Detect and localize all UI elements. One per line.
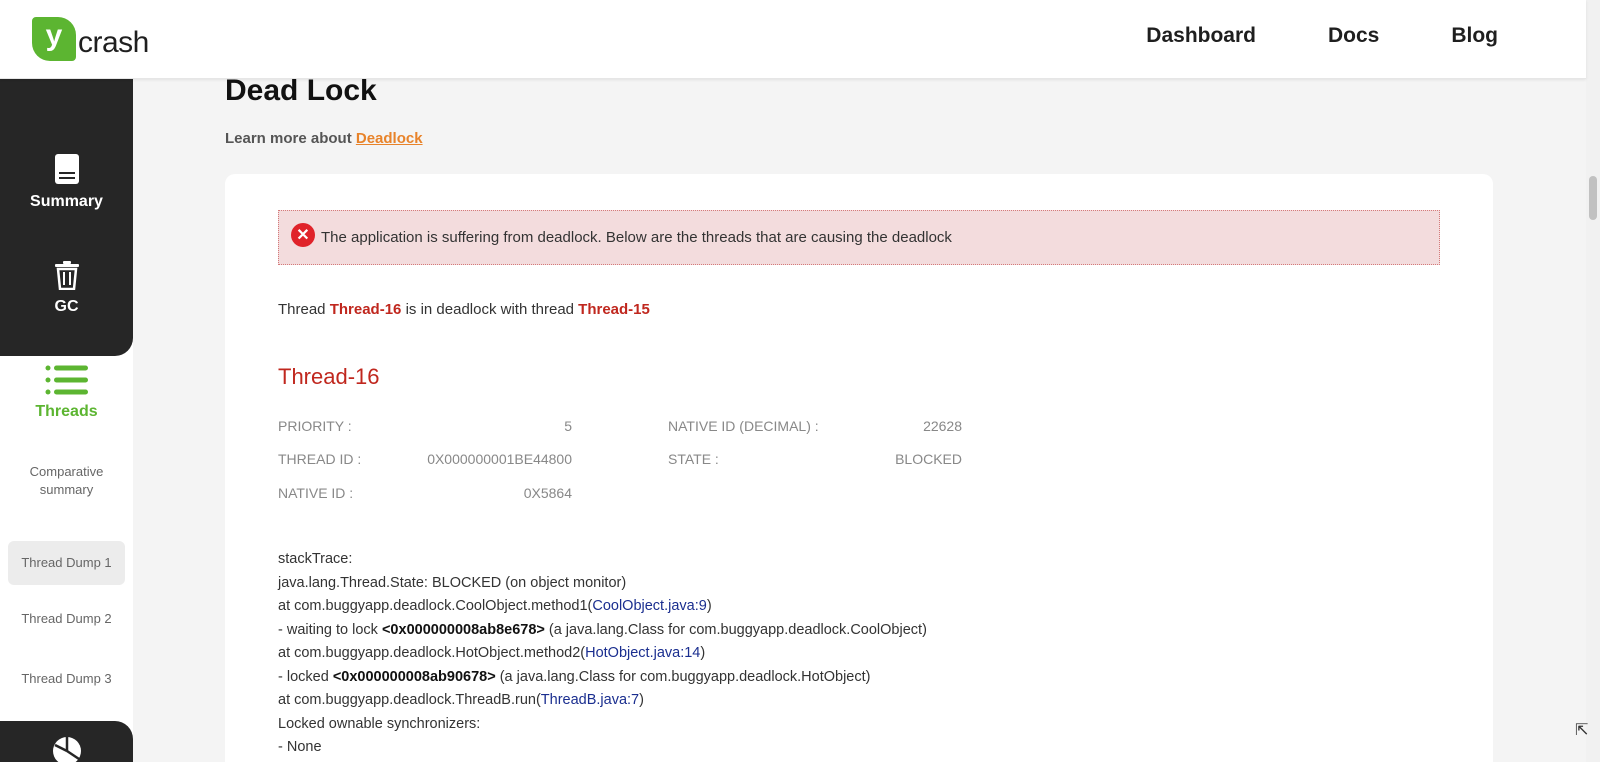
- prop-native-id-decimal: NATIVE ID (DECIMAL) : 22628: [668, 418, 962, 438]
- left-sidebar: Summary GC Threads Comparative summary T…: [0, 79, 133, 762]
- deadlock-card: ✕ The application is suffering from dead…: [225, 174, 1493, 762]
- list-icon: [45, 365, 88, 395]
- stack-text: (a java.lang.Class for com.buggyapp.dead…: [544, 621, 927, 638]
- stack-line: - locked <0x000000008ab90678> (a java.la…: [278, 666, 927, 690]
- sentence-part: Thread: [278, 301, 330, 318]
- alert-message: The application is suffering from deadlo…: [321, 229, 952, 246]
- main-nav: Dashboard Docs Blog: [1146, 24, 1498, 48]
- pie-chart-icon[interactable]: [51, 735, 83, 762]
- page-title: Dead Lock: [225, 74, 377, 107]
- stack-line: Locked ownable synchronizers:: [278, 715, 481, 732]
- sidebar-dark-panel-bottom: [0, 721, 133, 762]
- prop-thread-id: THREAD ID : 0X000000001BE44800: [278, 451, 572, 471]
- top-header: y crash Dashboard Docs Blog: [0, 0, 1586, 79]
- learn-more-prefix: Learn more about: [225, 130, 356, 147]
- prop-label: NATIVE ID (DECIMAL) :: [668, 418, 819, 434]
- sidebar-item-summary[interactable]: Summary: [0, 153, 133, 211]
- stack-text: at com.buggyapp.deadlock.HotObject.metho…: [278, 645, 586, 661]
- sidebar-item-thread-dump-3[interactable]: Thread Dump 3: [8, 669, 125, 689]
- source-link[interactable]: ThreadB.java:7: [541, 692, 639, 708]
- source-link[interactable]: HotObject.java:14: [585, 645, 700, 661]
- stack-text: - waiting to lock: [278, 621, 382, 638]
- deadlock-alert: ✕ The application is suffering from dead…: [278, 210, 1440, 265]
- stack-line: - None: [278, 739, 322, 755]
- prop-value: 0X5864: [523, 485, 572, 501]
- prop-native-id: NATIVE ID : 0X5864: [278, 485, 572, 505]
- sub-item-label-line1: Comparative: [29, 464, 104, 479]
- stack-text: at com.buggyapp.deadlock.CoolObject.meth…: [278, 598, 593, 614]
- lock-address: <0x000000008ab90678>: [332, 668, 496, 685]
- sidebar-item-label: Summary: [30, 193, 103, 210]
- nav-blog[interactable]: Blog: [1451, 24, 1498, 48]
- sentence-part: is in deadlock with thread: [401, 301, 579, 318]
- prop-value: 5: [564, 418, 572, 434]
- sidebar-item-threads[interactable]: Threads: [0, 365, 133, 421]
- mouse-cursor-icon: ⇱: [1575, 722, 1589, 739]
- prop-priority: PRIORITY : 5: [278, 418, 572, 438]
- sub-item-label-line2: summary: [39, 482, 94, 497]
- nav-docs[interactable]: Docs: [1328, 24, 1379, 48]
- prop-state: STATE : BLOCKED: [668, 451, 962, 471]
- stack-line: at com.buggyapp.deadlock.HotObject.metho…: [278, 642, 927, 666]
- prop-label: STATE :: [668, 451, 719, 467]
- stack-text: - locked: [278, 668, 333, 685]
- logo-badge: y: [32, 17, 76, 61]
- document-icon: [54, 154, 79, 184]
- prop-label: PRIORITY :: [278, 418, 352, 434]
- sidebar-item-gc[interactable]: GC: [0, 260, 133, 316]
- stack-line: - waiting to lock <0x000000008ab8e678> (…: [278, 619, 927, 643]
- stack-line: java.lang.Thread.State: BLOCKED (on obje…: [278, 574, 627, 591]
- stack-text: ): [706, 598, 712, 614]
- prop-label: NATIVE ID :: [278, 485, 354, 501]
- sidebar-item-comparative-summary[interactable]: Comparative summary: [8, 463, 125, 499]
- stack-line: at com.buggyapp.deadlock.ThreadB.run(Thr…: [278, 689, 927, 713]
- sidebar-item-label: Threads: [35, 403, 98, 420]
- thread-a-name: Thread-16: [329, 301, 402, 318]
- lock-address: <0x000000008ab8e678>: [381, 621, 545, 638]
- learn-more-text: Learn more about Deadlock: [225, 130, 423, 147]
- stack-line: at com.buggyapp.deadlock.CoolObject.meth…: [278, 595, 927, 619]
- source-link[interactable]: CoolObject.java:9: [592, 598, 706, 614]
- stack-line: stackTrace:: [278, 551, 353, 567]
- deadlock-link[interactable]: Deadlock: [356, 130, 423, 147]
- error-icon: ✕: [291, 222, 315, 247]
- thread-b-name: Thread-15: [578, 301, 650, 318]
- sidebar-item-thread-dump-2[interactable]: Thread Dump 2: [8, 609, 125, 629]
- prop-value: BLOCKED: [895, 451, 962, 467]
- nav-dashboard[interactable]: Dashboard: [1146, 24, 1256, 48]
- ycrash-logo[interactable]: y crash: [32, 17, 149, 61]
- deadlock-sentence: Thread Thread-16 is in deadlock with thr…: [278, 301, 650, 318]
- stack-trace: stackTrace: java.lang.Thread.State: BLOC…: [278, 548, 927, 760]
- prop-value: 0X000000001BE44800: [427, 451, 572, 467]
- sidebar-item-label: GC: [54, 298, 79, 315]
- stack-text: ): [700, 645, 706, 661]
- prop-value: 22628: [923, 418, 962, 434]
- trash-icon: [54, 261, 79, 290]
- page-scrollbar[interactable]: [1586, 0, 1600, 762]
- thread-title: Thread-16: [278, 364, 380, 389]
- sidebar-item-thread-dump-1[interactable]: Thread Dump 1: [8, 541, 125, 585]
- prop-label: THREAD ID :: [278, 451, 362, 467]
- stack-text: ): [639, 692, 644, 708]
- stack-text: (a java.lang.Class for com.buggyapp.dead…: [495, 668, 871, 685]
- logo-text: crash: [78, 26, 149, 59]
- stack-text: at com.buggyapp.deadlock.ThreadB.run(: [278, 692, 541, 708]
- scrollbar-thumb[interactable]: [1589, 176, 1597, 220]
